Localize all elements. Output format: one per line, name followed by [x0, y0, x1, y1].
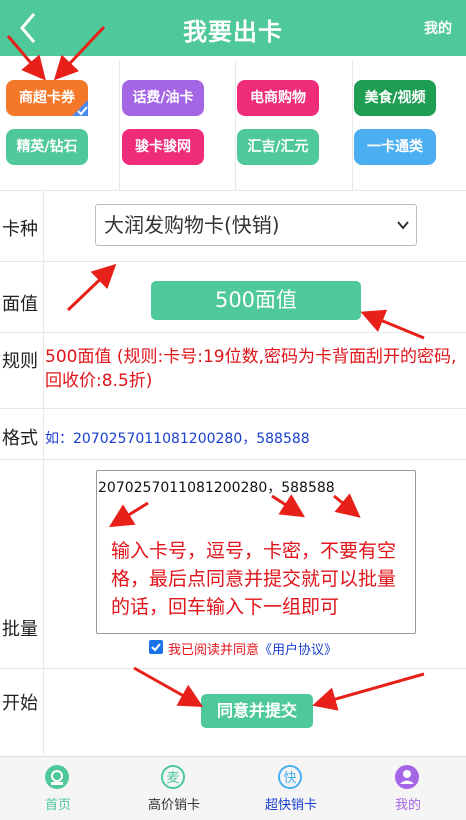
category-jingying[interactable]: 精英/钻石	[6, 129, 88, 165]
tab-bar: 首页 麦 高价销卡 快 超快销卡 我的	[0, 756, 466, 819]
tab-home-label: 首页	[44, 798, 71, 813]
tab-fast-label: 超快销卡	[264, 798, 317, 813]
category-huafei[interactable]: 话费/油卡	[122, 80, 204, 116]
tab-high-price-label: 高价销卡	[147, 798, 200, 813]
tab-home[interactable]: 首页	[0, 757, 116, 820]
header-bar: 我要出卡 我的	[0, 0, 466, 56]
start-label: 开始	[2, 693, 38, 714]
chevron-down-icon	[397, 221, 409, 230]
tab-mine-label: 我的	[394, 798, 421, 813]
rule-text: 500面值 (规则:卡号:19位数,密码为卡背面刮开的密码,回收价:8.5折)	[45, 347, 457, 391]
format-text: 如：2070257011081200280，588588	[45, 431, 310, 447]
mine-link[interactable]: 我的	[424, 18, 452, 38]
rule-label: 规则	[2, 351, 38, 372]
user-icon	[395, 765, 419, 789]
kuai-icon: 快	[278, 765, 302, 789]
batch-value: 2070257011081200280，588588	[98, 480, 335, 496]
tab-fast[interactable]: 快 超快销卡	[233, 757, 349, 820]
batch-label: 批量	[2, 619, 38, 640]
card-type-label: 卡种	[2, 219, 38, 240]
page-title: 我要出卡	[183, 18, 283, 46]
divider	[119, 60, 120, 190]
selected-check-icon	[72, 100, 88, 116]
agree-label: 我已阅读并同意《用户协议》	[168, 639, 337, 658]
svg-text:快: 快	[283, 771, 296, 786]
divider	[352, 60, 353, 190]
category-yikatong[interactable]: 一卡通类	[354, 129, 436, 165]
tab-high-price[interactable]: 麦 高价销卡	[116, 757, 232, 820]
divider	[235, 60, 236, 190]
category-junka[interactable]: 骏卡骏网	[122, 129, 204, 165]
mai-icon: 麦	[161, 765, 185, 789]
category-huiji[interactable]: 汇吉/汇元	[237, 129, 319, 165]
submit-button[interactable]: 同意并提交	[201, 694, 313, 728]
card-type-select[interactable]: 大润发购物卡(快销)	[95, 204, 417, 246]
divider	[43, 190, 44, 756]
category-meishi[interactable]: 美食/视频	[354, 80, 436, 116]
category-dianshang[interactable]: 电商购物	[237, 80, 319, 116]
check-icon	[151, 643, 161, 652]
tab-mine[interactable]: 我的	[350, 757, 466, 820]
denom-button[interactable]: 500面值	[151, 281, 361, 320]
home-icon	[45, 765, 69, 789]
agree-checkbox[interactable]	[149, 640, 163, 654]
agree-text: 我已阅读并同意	[168, 643, 260, 658]
denom-label: 面值	[2, 294, 38, 315]
category-shangchao[interactable]: 商超卡券	[6, 80, 88, 116]
batch-hint: 输入卡号，逗号，卡密，不要有空格，最后点同意并提交就可以批量的话，回车输入下一组…	[111, 540, 397, 618]
user-agreement-link[interactable]: 《用户协议》	[259, 643, 337, 658]
category-grid	[0, 56, 466, 190]
format-label: 格式	[2, 428, 38, 449]
svg-text:麦: 麦	[166, 771, 179, 786]
batch-textarea[interactable]: 2070257011081200280，588588 输入卡号，逗号，卡密，不要…	[96, 470, 416, 634]
